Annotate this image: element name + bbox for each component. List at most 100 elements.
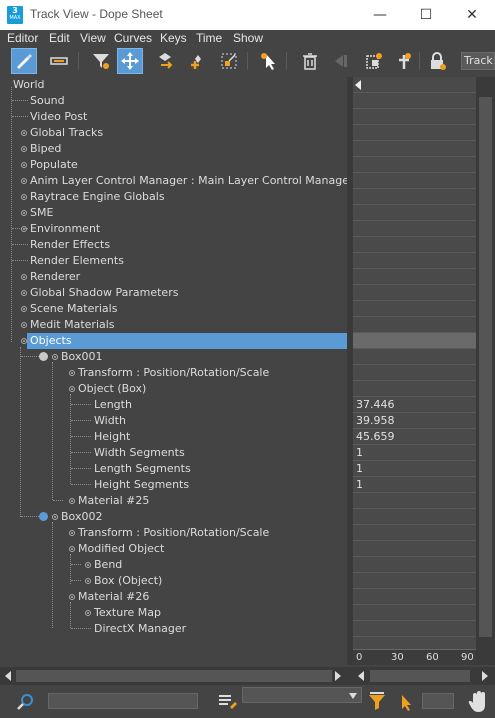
cut-time-button[interactable] [328, 48, 354, 74]
tree-item-texture-map[interactable]: Texture Map [94, 605, 161, 621]
tree-item-sound[interactable]: Sound [30, 93, 65, 109]
value-height-segments[interactable]: 1 [356, 477, 363, 492]
tree-item-width-segments[interactable]: Width Segments [94, 445, 185, 461]
tree-scrollbar-thumb[interactable] [16, 670, 332, 682]
add-keys-button[interactable] [184, 48, 210, 74]
value-length-segments[interactable]: 1 [356, 461, 363, 476]
tree-item-modified-object[interactable]: Modified Object [78, 541, 164, 557]
menu-view[interactable]: View [80, 31, 106, 45]
expand-icon[interactable] [21, 322, 27, 328]
scroll-right-icon[interactable] [482, 671, 488, 681]
tree-item-directx-manager[interactable]: DirectX Manager [94, 621, 186, 637]
menu-editor[interactable]: Editor [7, 31, 38, 45]
horizontal-scrollbar[interactable] [0, 667, 495, 685]
maximize-button[interactable]: ☐ [403, 0, 449, 30]
tree-item-raytrace-engine-globals[interactable]: Raytrace Engine Globals [30, 189, 165, 205]
tree-item-box001[interactable]: Box001 [61, 349, 102, 365]
track-view-dropdown[interactable]: Track [461, 52, 495, 70]
collapse-icon[interactable] [69, 546, 75, 552]
time-ruler[interactable]: 0 30 60 90 [353, 649, 476, 665]
scroll-left-icon[interactable] [5, 671, 11, 681]
copy-time-button[interactable] [361, 48, 387, 74]
tree-item-height-segments[interactable]: Height Segments [94, 477, 189, 493]
tree-item-medit-materials[interactable]: Medit Materials [30, 317, 115, 333]
tree-item-video-post[interactable]: Video Post [30, 109, 87, 125]
tree-item-environment[interactable]: Environment [30, 221, 100, 237]
expand-icon[interactable] [21, 146, 27, 152]
pan-hand-icon[interactable] [467, 690, 489, 714]
expand-icon[interactable] [85, 562, 91, 568]
menu-keys[interactable]: Keys [160, 31, 187, 45]
collapse-icon[interactable] [52, 514, 58, 520]
tree-item-render-effects[interactable]: Render Effects [30, 237, 110, 253]
expand-icon[interactable] [85, 610, 91, 616]
slide-keys-button[interactable] [152, 48, 178, 74]
paste-time-button[interactable] [391, 48, 417, 74]
scroll-right-icon[interactable] [335, 671, 341, 681]
select-by-name-field[interactable] [48, 693, 198, 709]
select-time-button[interactable] [256, 48, 282, 74]
scale-keys-button[interactable] [216, 48, 242, 74]
key-filter-icon[interactable] [366, 691, 388, 713]
edit-list-icon[interactable] [216, 691, 238, 711]
menu-time[interactable]: Time [196, 31, 222, 45]
tree-item-transform[interactable]: Transform : Position/Rotation/Scale [78, 525, 269, 541]
tree-item-global-tracks[interactable]: Global Tracks [30, 125, 103, 141]
tree-item-render-elements[interactable]: Render Elements [30, 253, 124, 269]
value-field[interactable] [422, 693, 454, 709]
tree-item-transform[interactable]: Transform : Position/Rotation/Scale [78, 365, 269, 381]
tree-item-box002[interactable]: Box002 [61, 509, 102, 525]
tree-item-object-box[interactable]: Object (Box) [78, 381, 146, 397]
scroll-left-icon[interactable] [358, 671, 364, 681]
tree-item-length-segments[interactable]: Length Segments [94, 461, 191, 477]
expand-icon[interactable] [69, 498, 75, 504]
tree-item-objects[interactable]: Objects [27, 333, 347, 349]
expand-icon[interactable] [21, 274, 27, 280]
tree-item-global-shadow-parameters[interactable]: Global Shadow Parameters [30, 285, 178, 301]
menu-edit[interactable]: Edit [49, 31, 70, 45]
expand-icon[interactable] [21, 290, 27, 296]
expand-icon[interactable] [21, 226, 27, 232]
tree-item-scene-materials[interactable]: Scene Materials [30, 301, 117, 317]
tree-item-sme[interactable]: SME [30, 205, 53, 221]
edit-ranges-button[interactable] [46, 48, 72, 74]
tree-item-box-object[interactable]: Box (Object) [94, 573, 162, 589]
collapse-icon[interactable] [69, 594, 75, 600]
zoom-selected-icon[interactable] [16, 692, 36, 712]
expand-icon[interactable] [21, 306, 27, 312]
expand-icon[interactable] [69, 370, 75, 376]
menu-show[interactable]: Show [233, 31, 263, 45]
tree-item-material-26[interactable]: Material #26 [78, 589, 149, 605]
tree-item-biped[interactable]: Biped [30, 141, 61, 157]
collapse-icon[interactable] [69, 386, 75, 392]
value-length[interactable]: 37.446 [356, 397, 395, 412]
delete-time-button[interactable] [297, 48, 323, 74]
move-keys-button[interactable] [117, 48, 143, 74]
filter-button[interactable] [88, 48, 114, 74]
expand-icon[interactable] [21, 194, 27, 200]
expand-icon[interactable] [85, 578, 91, 584]
tree-item-populate[interactable]: Populate [30, 157, 78, 173]
value-width-segments[interactable]: 1 [356, 445, 363, 460]
tree-item-anim-layer-control-manager[interactable]: Anim Layer Control Manager : Main Layer … [30, 173, 354, 189]
left-arrow-icon[interactable] [355, 80, 361, 90]
lock-selection-button[interactable] [424, 48, 450, 74]
tree-item-length[interactable]: Length [94, 397, 132, 413]
vertical-scrollbar-thumb[interactable] [479, 97, 492, 637]
expand-icon[interactable] [21, 178, 27, 184]
vertical-scrollbar[interactable] [476, 77, 495, 665]
expand-icon[interactable] [21, 130, 27, 136]
collapse-icon[interactable] [52, 354, 58, 360]
expand-icon[interactable] [69, 530, 75, 536]
tree-item-renderer[interactable]: Renderer [30, 269, 80, 285]
edit-keys-button[interactable] [11, 48, 37, 74]
tree-item-material-25[interactable]: Material #25 [78, 493, 149, 509]
tree-item-width[interactable]: Width [94, 413, 126, 429]
expand-icon[interactable] [21, 162, 27, 168]
value-width[interactable]: 39.958 [356, 413, 395, 428]
selection-set-dropdown[interactable] [242, 687, 362, 703]
tree-item-height[interactable]: Height [94, 429, 130, 445]
dope-sheet-grid[interactable]: 37.446 39.958 45.659 1 1 1 [353, 77, 476, 649]
tree-item-bend[interactable]: Bend [94, 557, 122, 573]
tree-root-world[interactable]: World [13, 77, 45, 93]
